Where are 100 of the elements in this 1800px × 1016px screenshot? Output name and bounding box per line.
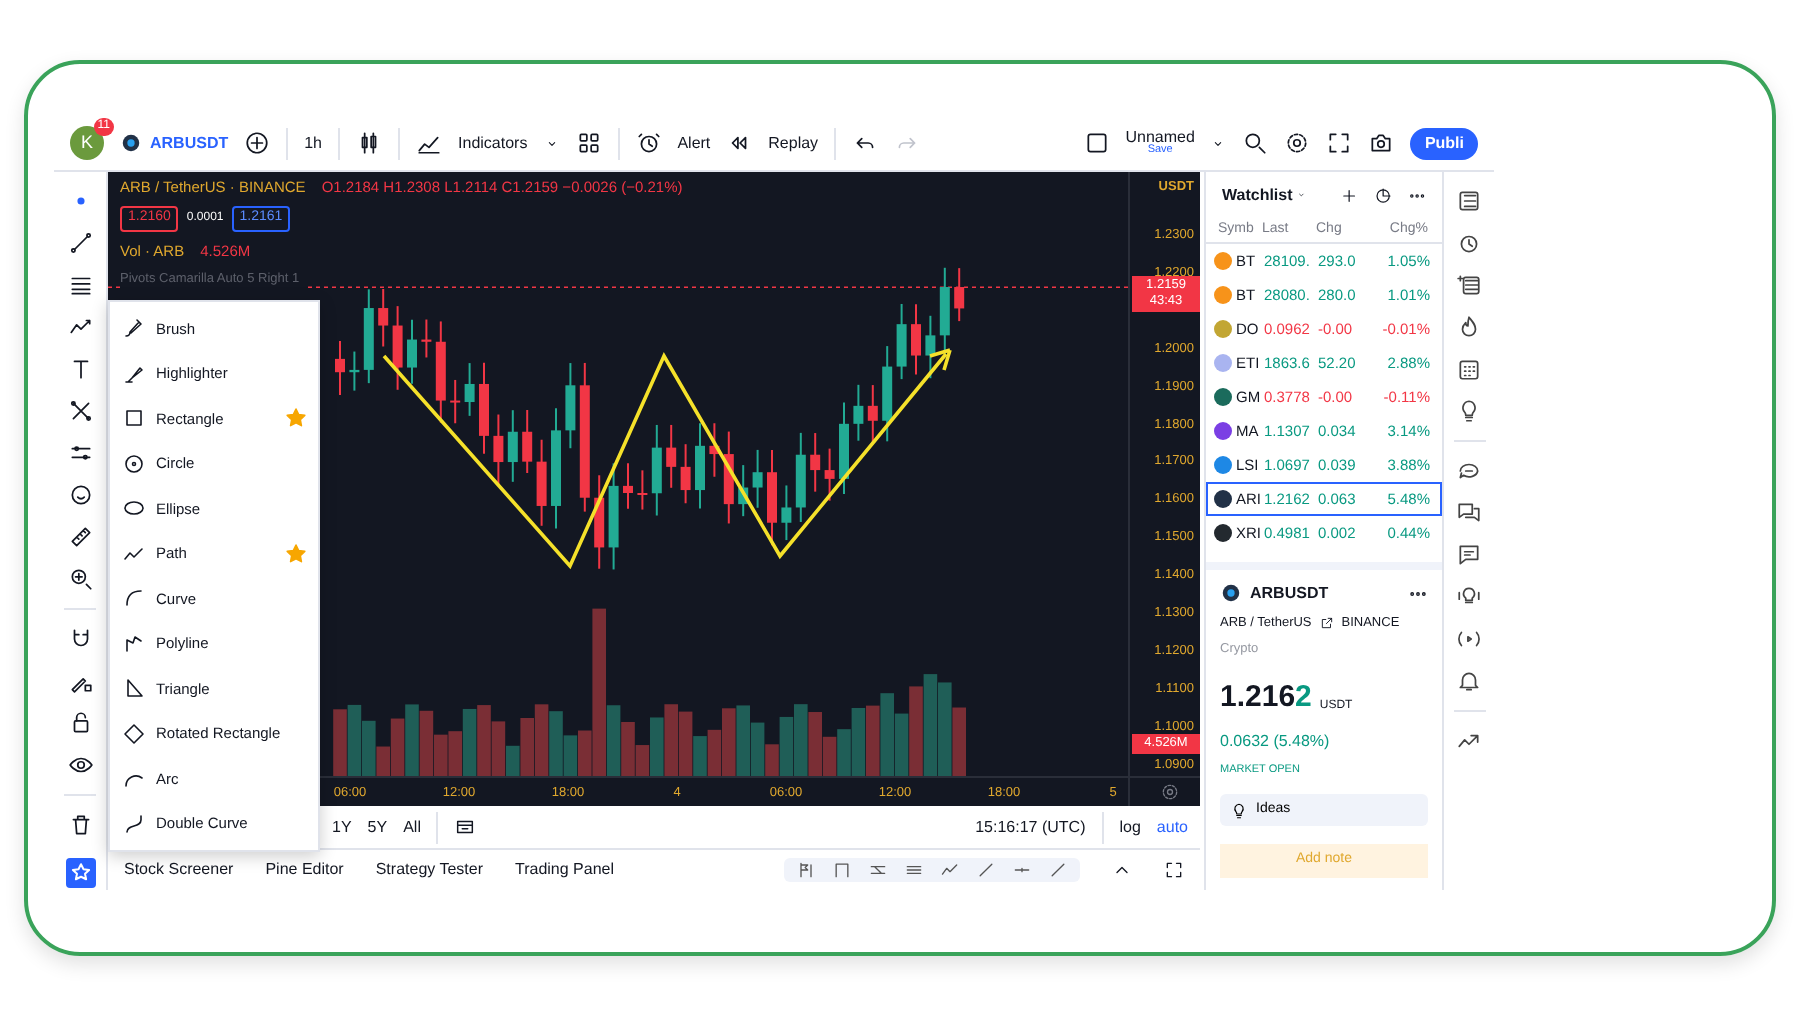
candle — [378, 288, 389, 348]
candle — [479, 361, 489, 455]
replay-button[interactable]: Replay — [768, 131, 819, 155]
candle — [608, 462, 619, 571]
drawing-tool-icon[interactable] — [1048, 860, 1068, 880]
candle — [565, 362, 576, 450]
forecast-icon[interactable] — [67, 440, 93, 466]
curve-icon — [122, 586, 146, 611]
settings-icon[interactable] — [1284, 130, 1311, 156]
drawing-tool-icon[interactable] — [796, 860, 816, 880]
chat-bubble-icon[interactable] — [1456, 458, 1482, 484]
candle — [536, 438, 547, 527]
alarm-clock-icon[interactable] — [635, 130, 662, 156]
ruler-icon[interactable] — [67, 524, 93, 550]
candle — [752, 448, 763, 509]
candle — [781, 484, 792, 542]
zigzag-arrow[interactable] — [382, 348, 952, 570]
panel-tab[interactable]: Pine Editor — [265, 858, 344, 882]
calendar-icon[interactable] — [1456, 356, 1482, 382]
candle — [421, 318, 432, 359]
rectangle-icon — [122, 406, 146, 431]
candle — [450, 378, 461, 425]
highlighter-icon — [122, 361, 146, 386]
panel-tab[interactable]: Stock Screener — [124, 858, 234, 882]
add-list-icon[interactable] — [1456, 272, 1482, 298]
candle — [853, 383, 864, 442]
eye-icon[interactable] — [67, 752, 93, 778]
message-icon[interactable] — [1456, 542, 1482, 568]
panel-tab[interactable]: Strategy Tester — [375, 858, 483, 882]
candle — [925, 314, 936, 380]
drawing-tool-icon[interactable] — [832, 860, 852, 880]
favorites-icon[interactable] — [65, 858, 95, 888]
fullscreen-icon[interactable] — [1326, 130, 1353, 156]
candle — [623, 462, 633, 510]
bell-icon[interactable] — [1456, 668, 1482, 694]
watchlist-title[interactable]: Watchlist — [1222, 183, 1293, 208]
lightbulb-icon — [1230, 801, 1248, 820]
price-change: 0.0632 (5.48%) — [1220, 729, 1332, 754]
drawing-tool-icon[interactable] — [904, 860, 924, 880]
candle — [839, 401, 849, 495]
list-icon[interactable] — [1456, 188, 1482, 214]
broadcast-icon[interactable] — [1456, 626, 1482, 652]
candle — [867, 384, 878, 445]
publish-button[interactable]: Publi — [1410, 127, 1478, 159]
scale-mode-button[interactable]: log — [1119, 815, 1141, 839]
zoom-in-icon[interactable] — [67, 566, 93, 592]
triangle-icon — [122, 676, 146, 701]
add-symbol-icon[interactable] — [244, 130, 271, 156]
indicators-button[interactable]: Indicators — [458, 131, 528, 155]
candle — [551, 407, 561, 530]
panel-tab[interactable]: Trading Panel — [515, 858, 615, 882]
candle — [738, 464, 749, 518]
alert-button[interactable]: Alert — [677, 131, 711, 155]
flame-icon[interactable] — [1456, 314, 1482, 340]
range-button[interactable]: 1Y — [332, 815, 352, 839]
candle — [335, 339, 345, 396]
layout-grid-icon[interactable] — [575, 130, 602, 156]
coin-icon — [120, 132, 142, 154]
candle — [695, 422, 705, 510]
fullscreen-icon[interactable] — [1164, 860, 1184, 880]
fib-lines-icon[interactable] — [67, 272, 93, 298]
scale-mode-button[interactable]: auto — [1156, 815, 1188, 839]
star-icon[interactable] — [284, 406, 308, 431]
checkbox-icon[interactable] — [1083, 130, 1110, 156]
external-link-icon[interactable] — [1319, 616, 1334, 631]
candle — [824, 447, 835, 502]
pattern-icon[interactable] — [67, 398, 93, 424]
emoji-icon[interactable] — [67, 482, 93, 508]
candle — [637, 469, 648, 511]
chats-icon[interactable] — [1456, 500, 1482, 526]
candle — [709, 422, 720, 478]
layout-name[interactable]: Unnamed — [1125, 129, 1195, 146]
date-range-icon[interactable] — [454, 816, 477, 838]
camera-icon[interactable] — [1368, 130, 1395, 156]
polyline-icon — [122, 631, 146, 656]
alarm-clock-icon[interactable] — [1456, 230, 1482, 256]
candle — [507, 409, 518, 483]
symbol-button[interactable]: ARBUSDT — [150, 131, 229, 155]
interval-button[interactable]: 1h — [304, 131, 323, 155]
pie-chart-icon[interactable] — [1373, 183, 1392, 208]
double-curve-icon — [122, 811, 146, 836]
candle — [522, 409, 533, 475]
circle-icon — [122, 451, 146, 476]
candle — [493, 413, 504, 486]
lightbulb-icon[interactable] — [1456, 398, 1482, 424]
trash-icon[interactable] — [67, 812, 93, 838]
trend-line-icon[interactable] — [67, 230, 93, 256]
range-button[interactable]: 5Y — [367, 815, 388, 839]
search-icon[interactable] — [1242, 130, 1269, 156]
drawing-tool-icon[interactable] — [868, 860, 888, 880]
utc-clock[interactable]: 15:16:17 (UTC) — [975, 815, 1086, 839]
candle — [435, 320, 446, 424]
candle — [349, 350, 360, 392]
candle — [363, 288, 374, 385]
candle — [939, 266, 950, 356]
candle — [896, 302, 907, 381]
range-button[interactable]: All — [403, 815, 421, 839]
star-icon[interactable] — [284, 541, 308, 566]
ellipse-icon — [122, 496, 146, 521]
candle — [392, 305, 403, 391]
